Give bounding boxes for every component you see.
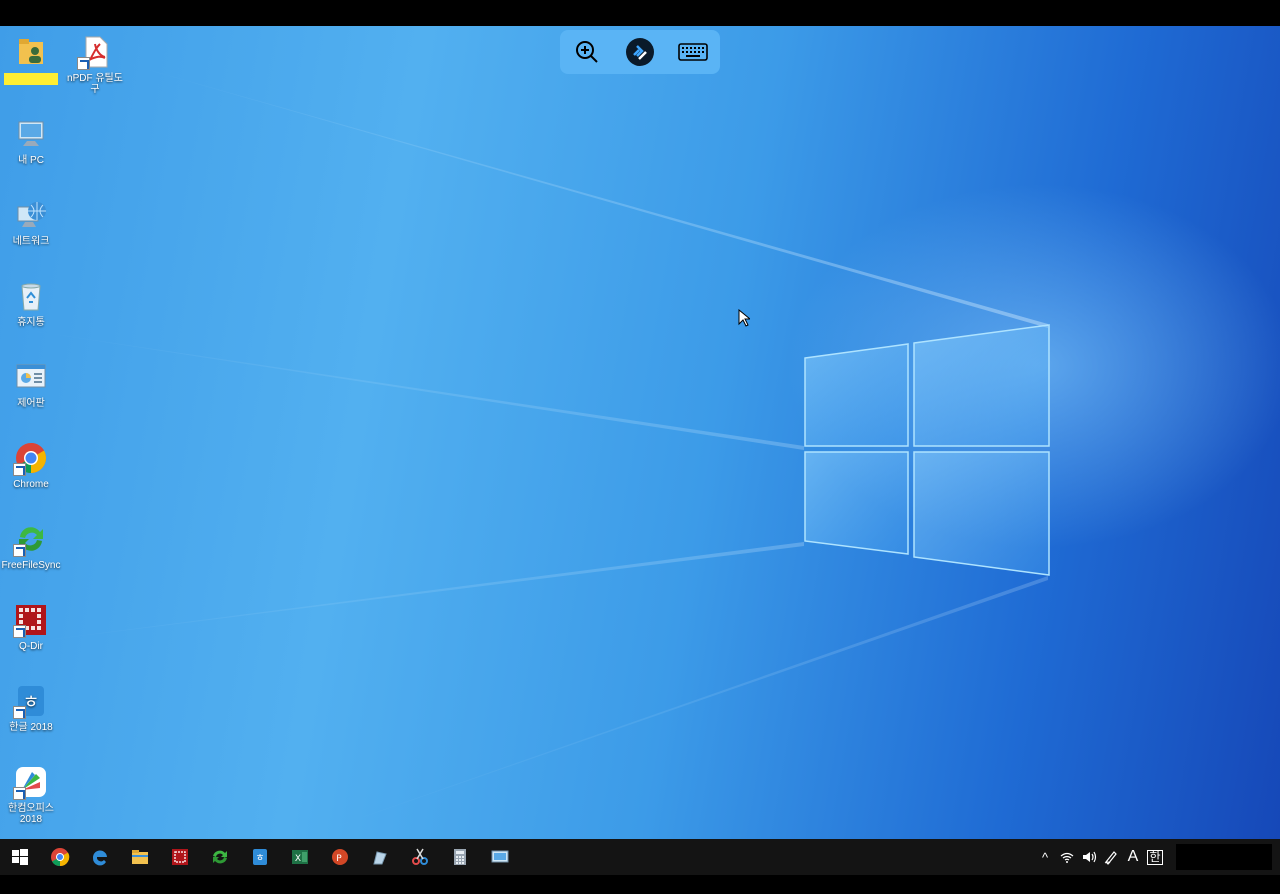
desktop-icon-label: 제어판 (17, 398, 45, 409)
desktop-icon-recycle-bin[interactable]: 휴지통 (0, 278, 62, 328)
ime-label: 한 (1147, 849, 1163, 865)
desktop[interactable]: nPDF 유틸도구 내 PC 네트워크 휴지통 제어판 Chrome FreeF… (0, 26, 1280, 839)
desktop-icon-network[interactable]: 네트워크 (0, 197, 62, 247)
remote-desktop-toolbar (560, 30, 720, 74)
sync-icon (213, 850, 227, 864)
recycle-bin-icon (13, 278, 49, 314)
desktop-icon-q-dir[interactable]: Q-Dir (0, 602, 62, 652)
desktop-icon-user-folder[interactable] (0, 34, 62, 85)
taskbar-edge[interactable] (80, 839, 120, 875)
excel-icon: X (292, 850, 308, 864)
remote-connection-button[interactable] (623, 35, 657, 69)
desktop-icon-label: nPDF 유틸도구 (67, 73, 123, 95)
keyboard-icon (678, 43, 709, 61)
taskbar-freefilesync[interactable] (200, 839, 240, 875)
system-tray: ^ A 한 (1034, 839, 1280, 875)
desktop-icon-label: 내 PC (18, 155, 44, 166)
taskbar-hangul[interactable]: ㅎ (240, 839, 280, 875)
taskbar-calculator[interactable] (440, 839, 480, 875)
taskbar-remote-desktop[interactable] (480, 839, 520, 875)
tray-chevron-up-icon[interactable]: ^ (1034, 839, 1056, 875)
hancom-icon (13, 764, 49, 800)
taskbar-excel[interactable]: X (280, 839, 320, 875)
taskbar-powerpoint[interactable]: P (320, 839, 360, 875)
svg-text:ㅎ: ㅎ (255, 853, 264, 864)
desktop-icon-npdf[interactable]: nPDF 유틸도구 (64, 34, 126, 95)
desktop-icon-label: 네트워크 (12, 236, 50, 247)
desktop-icon-label: Q-Dir (19, 641, 43, 652)
chrome-icon (51, 848, 70, 867)
mouse-cursor-icon (738, 309, 750, 327)
control-panel-icon (13, 359, 49, 395)
grid-icon (13, 602, 49, 638)
top-black-bar (0, 0, 1280, 26)
pen-workspace-icon[interactable] (1100, 839, 1122, 875)
desktop-icon-label: 한컴오피스 2018 (8, 803, 54, 825)
q-dir-icon (172, 849, 188, 865)
windows-start-icon (12, 849, 28, 865)
svg-text:X: X (295, 854, 301, 864)
zoom-button[interactable] (570, 35, 604, 69)
sync-icon (13, 521, 49, 557)
taskbar-file-explorer[interactable] (120, 839, 160, 875)
powerpoint-icon: P (332, 849, 348, 865)
font-indicator[interactable]: A (1122, 839, 1144, 875)
zoom-in-icon (575, 41, 598, 63)
hangul-icon: ㅎ (253, 849, 267, 865)
calculator-icon (454, 849, 466, 865)
desktop-icon-my-pc[interactable]: 내 PC (0, 116, 62, 166)
desktop-icon-chrome[interactable]: Chrome (0, 440, 62, 490)
desktop-icon-control-panel[interactable]: 제어판 (0, 359, 62, 409)
chrome-icon (13, 440, 49, 476)
computer-icon (13, 116, 49, 152)
pen-icon (373, 851, 387, 865)
taskbar-pen-app[interactable] (360, 839, 400, 875)
taskbar: ㅎ X P ^ A 한 (0, 839, 1280, 875)
hangul-icon: ㅎ (13, 683, 49, 719)
desktop-icon-label: 한글 2018 (9, 722, 53, 733)
remote-icon (491, 850, 509, 863)
user-folder-icon (13, 34, 49, 70)
volume-icon[interactable] (1078, 839, 1100, 875)
bottom-black-bar (0, 875, 1280, 894)
svg-text:P: P (336, 854, 342, 864)
ime-indicator[interactable]: 한 (1144, 839, 1166, 875)
edge-icon (92, 850, 107, 866)
folder-icon (132, 850, 148, 864)
network-icon (13, 197, 49, 233)
clock-area[interactable] (1176, 844, 1272, 870)
keyboard-button[interactable] (676, 35, 710, 69)
remote-desktop-icon (625, 38, 654, 66)
highlighted-label (4, 73, 58, 85)
start-button[interactable] (0, 839, 40, 875)
desktop-icon-freefilesync[interactable]: FreeFileSync (0, 521, 62, 571)
snipping-icon (412, 848, 428, 865)
windows-wallpaper-logo (0, 56, 1050, 839)
wifi-icon[interactable] (1056, 839, 1078, 875)
taskbar-q-dir[interactable] (160, 839, 200, 875)
taskbar-chrome[interactable] (40, 839, 80, 875)
desktop-icon-label: Chrome (13, 479, 49, 490)
desktop-icon-label: 휴지통 (17, 317, 45, 328)
taskbar-snipping[interactable] (400, 839, 440, 875)
desktop-icon-hangul[interactable]: ㅎ 한글 2018 (0, 683, 62, 733)
desktop-icon-label: FreeFileSync (1, 560, 61, 571)
pdf-icon (77, 34, 113, 70)
desktop-icon-hancom-office[interactable]: 한컴오피스 2018 (0, 764, 62, 825)
